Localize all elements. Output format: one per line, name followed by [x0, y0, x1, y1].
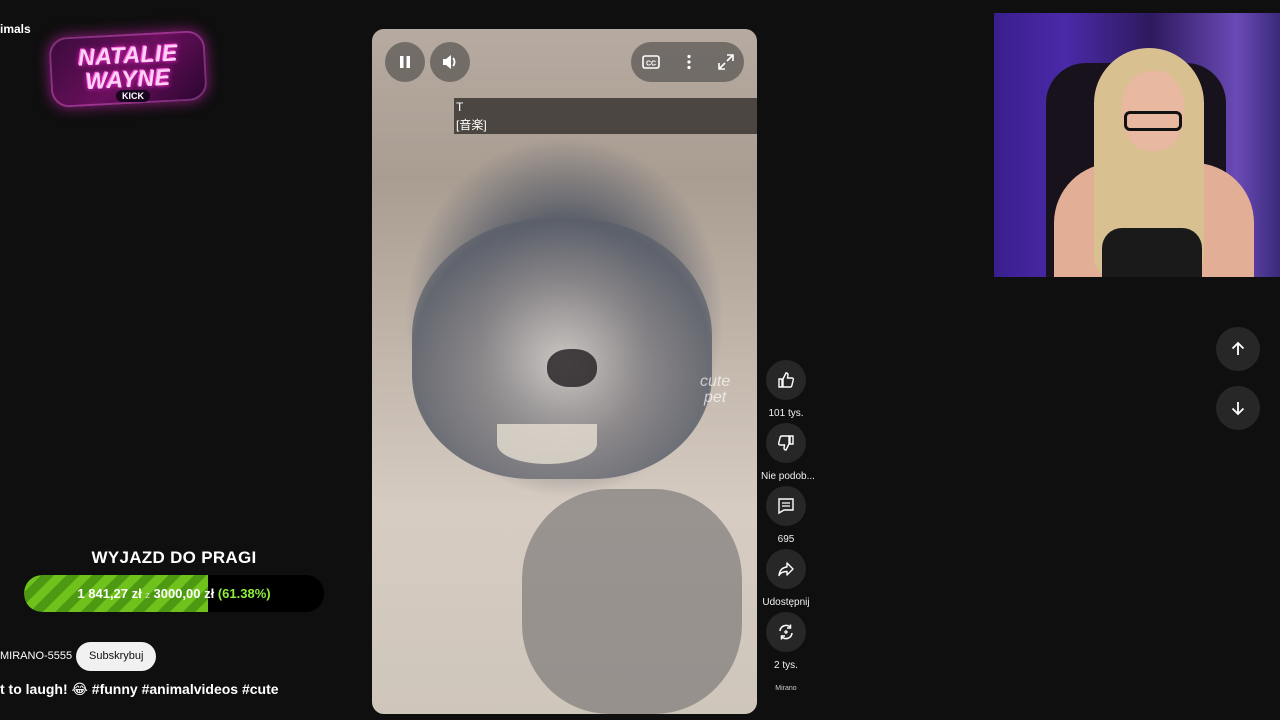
thumbs-down-icon [777, 435, 794, 451]
previous-video-button[interactable] [1216, 327, 1260, 371]
arrow-down-icon [1231, 402, 1245, 416]
share-label: Udostępnij [762, 597, 810, 608]
video-controls-right: CC [631, 42, 744, 82]
video-frame-body [522, 489, 742, 714]
video-watermark: cute pet [700, 374, 730, 406]
comments-button[interactable] [766, 486, 806, 526]
comments-count: 695 [777, 534, 795, 545]
dislike-button[interactable] [766, 423, 806, 463]
remix-button[interactable] [766, 612, 806, 652]
svg-text:CC: CC [646, 61, 656, 68]
watermark-line2: pet [704, 389, 727, 406]
subtitle-line2: [音楽] [456, 118, 487, 132]
share-action[interactable]: Udostępnij [761, 549, 811, 608]
channel-title-cropped: imals [0, 22, 31, 36]
goal-target: 3000,00 zł [153, 586, 215, 601]
share-button[interactable] [766, 549, 806, 589]
comments-action[interactable]: 695 [761, 486, 811, 545]
more-vert-icon[interactable] [679, 52, 699, 72]
like-button[interactable] [766, 360, 806, 400]
remix-action[interactable]: 2 tys. [761, 612, 811, 671]
like-count: 101 tys. [768, 408, 804, 419]
arrow-up-icon [1231, 341, 1245, 355]
volume-icon [443, 55, 456, 69]
stream-overlay-logo: NATALIE WAYNE KICK [40, 24, 216, 112]
dislike-label: Nie podob... [761, 471, 815, 482]
volume-button[interactable] [430, 42, 470, 82]
goal-title: WYJAZD DO PRAGI [91, 548, 257, 567]
remix-icon [779, 624, 793, 640]
subtitle-line1: T [456, 100, 464, 114]
goal-current: 1 841,27 zł [77, 586, 142, 601]
streamer-webcam [994, 13, 1280, 277]
video-caption-text: t to laugh! 😂 [0, 681, 88, 697]
channel-name[interactable]: MIRANO-5555 [0, 650, 72, 662]
dislike-action[interactable]: Nie podob... [761, 423, 815, 482]
goal-percent: (61.38%) [217, 586, 271, 601]
channel-mini-avatar[interactable]: Mirano [771, 685, 801, 692]
comment-icon [778, 498, 794, 515]
next-video-button[interactable] [1216, 386, 1260, 430]
video-frame-nose [547, 349, 597, 387]
subtitle-box: T [音楽] [454, 98, 757, 134]
logo-tag: KICK [116, 90, 150, 102]
goal-separator: z [145, 590, 150, 600]
video-frame-teeth [497, 424, 597, 464]
video-caption: t to laugh! 😂 #funny #animalvideos #cute [0, 681, 279, 698]
watermark-line1: cute [700, 373, 731, 390]
short-video-player[interactable]: cute pet CC T [音楽] [372, 29, 757, 714]
thumbs-up-icon [778, 372, 795, 388]
webcam-top [1102, 228, 1202, 277]
goal-progress-text: 1 841,27 zł z 3000,00 zł (61.38%) [24, 575, 324, 612]
fullscreen-icon[interactable] [716, 52, 736, 72]
share-icon [778, 562, 794, 577]
remix-count: 2 tys. [774, 660, 798, 671]
pause-button[interactable] [385, 42, 425, 82]
cc-icon[interactable]: CC [641, 52, 661, 72]
video-hashtags[interactable]: #funny #animalvideos #cute [92, 681, 279, 697]
subscribe-button[interactable]: Subskrybuj [76, 642, 157, 671]
like-action[interactable]: 101 tys. [761, 360, 811, 419]
goal-progress-bar: 1 841,27 zł z 3000,00 zł (61.38%) [24, 575, 324, 612]
webcam-glasses [1124, 111, 1182, 131]
pause-icon [400, 56, 410, 68]
